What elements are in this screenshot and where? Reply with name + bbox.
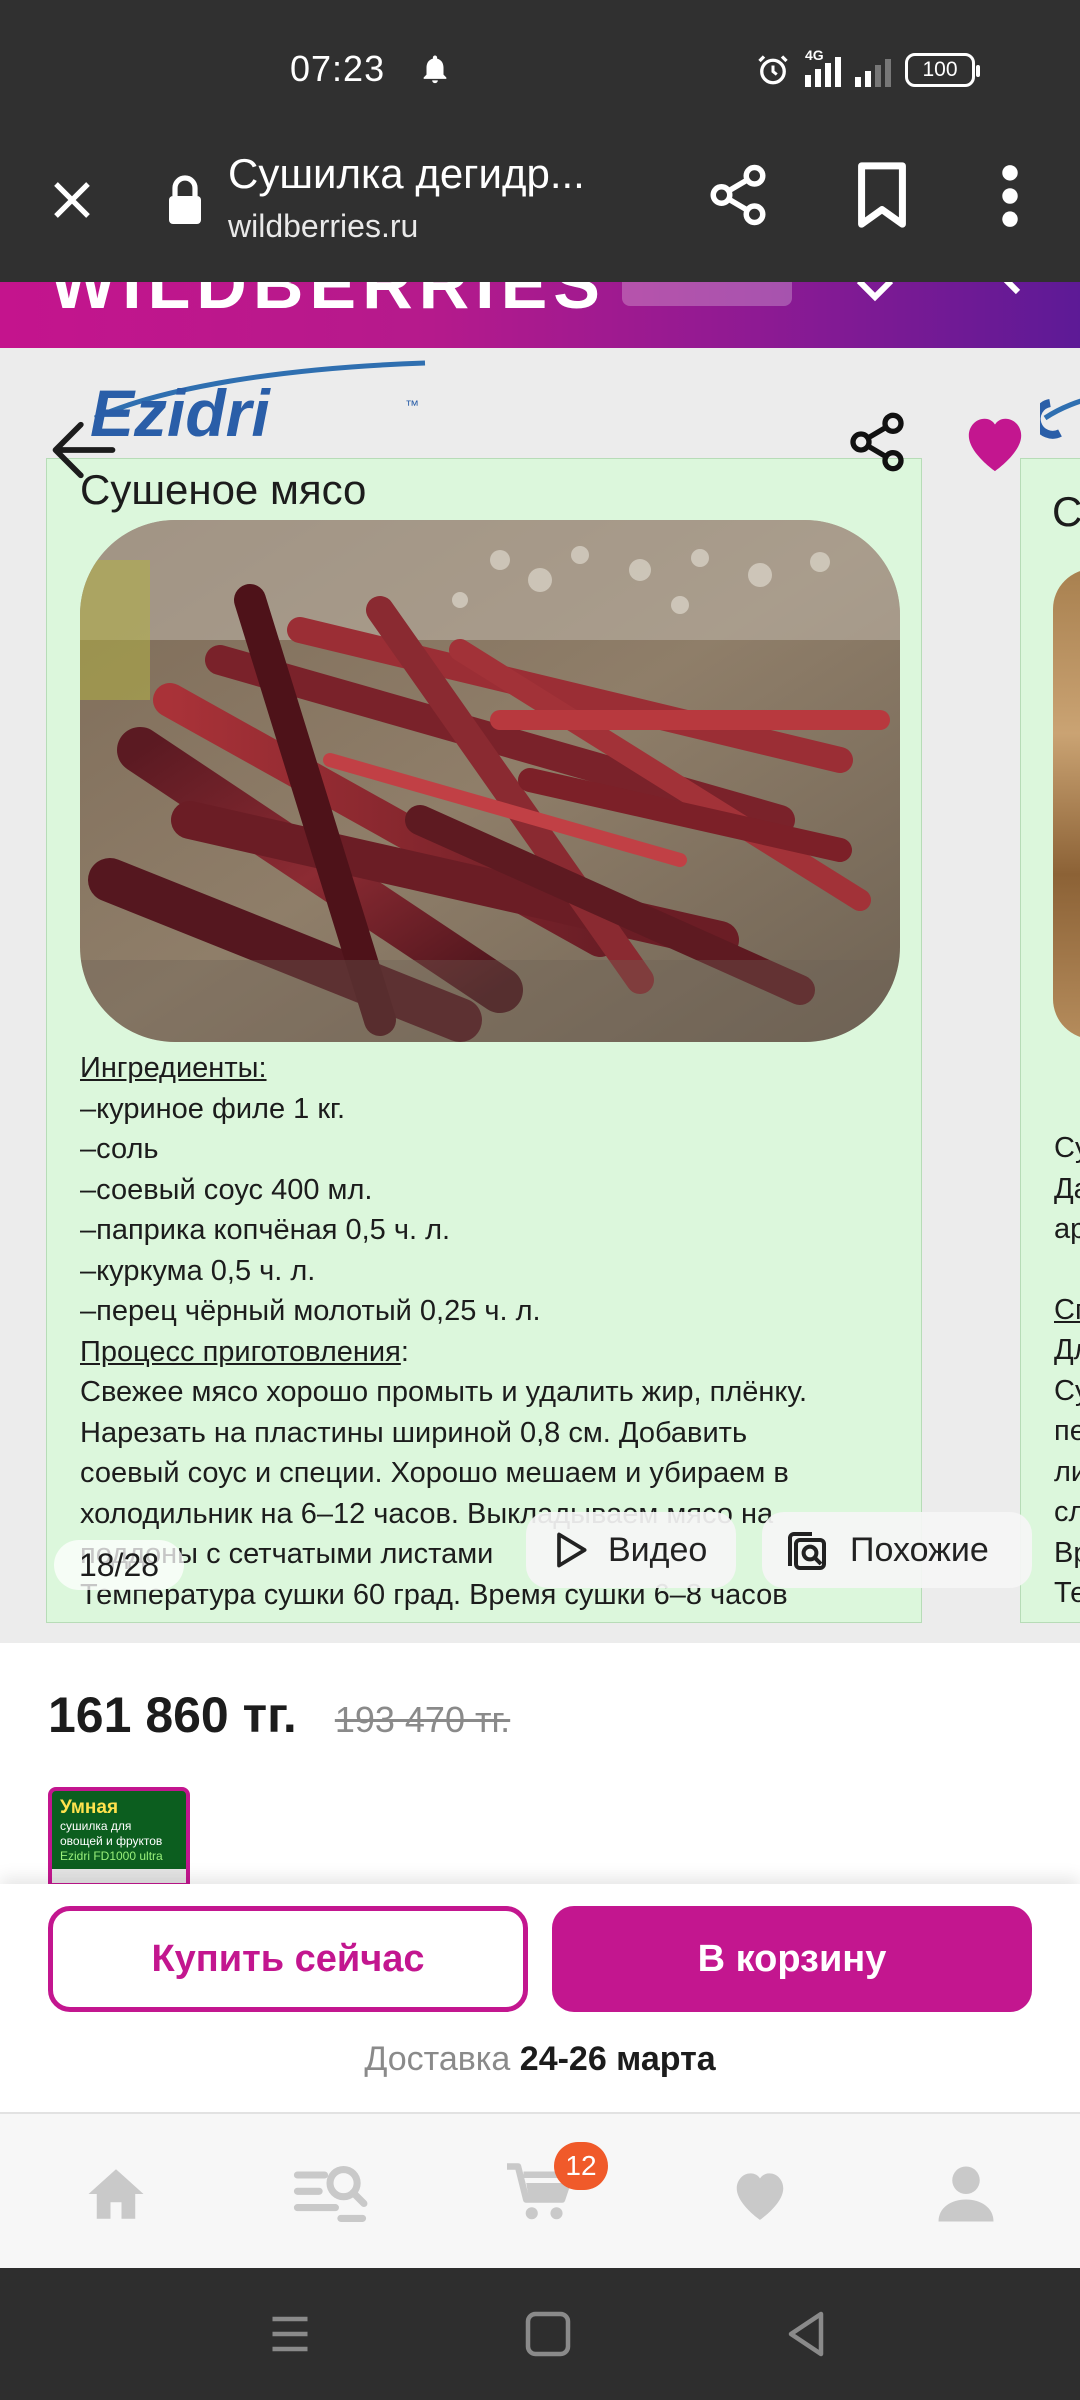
peek-line: Сп [1054,1293,1080,1326]
peek-line: ли [1054,1455,1080,1488]
nav-profile[interactable] [926,2154,1006,2234]
ingredient-line: –паприка копчёная 0,5 ч. л. [80,1214,451,1246]
bookmark-icon[interactable] [852,160,912,230]
delivery-info: Доставка 24-26 марта [0,2040,1080,2079]
process-line: Свежее мясо хорошо промыть и удалить жир… [80,1376,808,1408]
similar-button[interactable]: Похожие [762,1512,1032,1588]
peek-line: пе [1054,1415,1080,1447]
browser-toolbar: Сушилка дегидр... wildberries.ru [0,130,1080,282]
video-label: Видео [608,1530,708,1569]
delivery-date: 24-26 марта [519,2040,716,2078]
next-slide-photo [1053,569,1080,1039]
cart-count-badge: 12 [554,2142,608,2190]
page-url[interactable]: wildberries.ru [228,208,418,245]
search-icon[interactable] [990,282,1030,304]
peek-line [1054,1250,1080,1290]
ingredients-heading: Ингредиенты: [80,1052,267,1084]
process-heading-row: Процесс приготовления: [80,1332,900,1373]
heart-icon [736,2173,784,2220]
home-icon [88,2169,144,2219]
peek-line: Су [1054,1132,1080,1164]
delivery-label: Доставка [364,2040,511,2078]
dried-meat-image [80,520,900,1042]
process-heading-colon: : [400,1335,409,1368]
site-header: WILDBERRIES [0,282,1080,348]
similar-label: Похожие [850,1530,989,1569]
ingredient-line: –куркума 0,5 ч. л. [80,1254,316,1287]
variant-thumb-base [52,1869,186,1883]
network-type: 4G [805,47,824,63]
signal-4g-icon: 4G [805,47,841,87]
variant-line: овощей и фруктов [60,1834,163,1848]
status-time: 07:23 [290,48,386,89]
page-title[interactable]: Сушилка дегидр... [228,150,585,198]
ingredient-line: –соевый соус 400 мл. [80,1173,373,1206]
add-to-cart-button[interactable]: В корзину [552,1906,1032,2012]
close-icon [54,182,90,218]
status-icons: 4G 100 [755,47,980,90]
more-vert-icon[interactable] [985,160,1035,232]
peek-line: Дл [1054,1334,1080,1366]
play-icon [557,1532,587,1568]
brand-tm: ™ [405,397,419,413]
image-search-icon [788,1532,826,1570]
site-search-crop[interactable] [622,282,792,306]
battery-icon: 100 [905,53,980,87]
next-slide-text: Су Да ар Сп Дл Су пе ли сл Вр Те [1054,1128,1080,1614]
process-heading: Процесс приготовления [80,1335,401,1368]
peek-line: Су [1054,1374,1080,1407]
share-icon[interactable] [705,162,771,228]
slide-title: Сушеное мясо [80,466,367,513]
back-icon[interactable] [776,2304,836,2364]
chevron-down-icon [856,282,894,302]
alarm-icon [758,55,788,85]
variant-line: Ezidri FD1000 ultra [60,1849,163,1863]
product-gallery[interactable]: Ezidri ™ Сушеное мясо С Ингредиенты: –ку… [0,348,1080,1643]
catalog-search-icon [293,2166,368,2222]
ingredient-line: –соль [80,1133,159,1165]
nav-favorites[interactable] [720,2154,800,2234]
heart-icon[interactable] [960,410,1030,474]
price-row: 161 860 тг. 193 470 тг. [48,1686,510,1744]
site-logo[interactable]: WILDBERRIES [50,282,606,324]
peek-line: Вр [1054,1536,1080,1569]
ezidri-logo-graphic: Ezidri ™ [90,360,426,450]
gallery-counter: 18/28 [54,1540,184,1590]
peek-line: Те [1054,1577,1080,1609]
purchase-panel: Купить сейчас В корзину Доставка 24-26 м… [0,1884,1080,2112]
recipe-photo [80,520,900,1042]
bell-icon [423,55,447,84]
process-line: Нарезать на пластины шириной 0,8 см. Доб… [80,1416,748,1449]
peek-line: Да [1054,1172,1080,1205]
status-bar: 07:23 4G 100 [0,0,1080,130]
ingredient-line: –перец чёрный молотый 0,25 ч. л. [80,1295,541,1327]
bottom-navigation: 12 [0,2112,1080,2268]
battery-level: 100 [922,58,958,81]
lock-icon [169,175,201,224]
profile-icon [938,2166,994,2222]
home-button-icon[interactable] [518,2304,578,2364]
signal-icon [855,53,891,87]
variant-line: Умная [60,1797,119,1818]
buy-now-button[interactable]: Купить сейчас [48,1906,528,2012]
ingredient-line: –куриное филе 1 кг. [80,1092,346,1125]
price-current: 161 860 тг. [48,1687,297,1743]
android-navigation-bar [0,2268,1080,2400]
nav-catalog[interactable] [290,2154,370,2234]
process-line: соевый соус и специи. Хорошо мешаем и уб… [80,1457,789,1489]
price-old: 193 470 тг. [334,1699,511,1740]
nav-home[interactable] [76,2154,156,2234]
peek-line: ар [1054,1213,1080,1245]
share-icon[interactable] [845,410,909,474]
close-tab-button[interactable] [40,168,104,232]
brand-logo: Ezidri ™ [80,348,440,458]
next-slide-title: С [1052,488,1080,535]
brand-logo-next [1040,348,1080,458]
video-button[interactable]: Видео [526,1512,736,1588]
peek-line: сл [1054,1496,1080,1528]
variant-line: сушилка для [60,1819,132,1833]
back-arrow-icon[interactable] [46,412,122,488]
variant-thumbnail[interactable]: Умная сушилка для овощей и фруктов Ezidr… [48,1787,190,1887]
recent-apps-icon[interactable] [260,2304,320,2364]
